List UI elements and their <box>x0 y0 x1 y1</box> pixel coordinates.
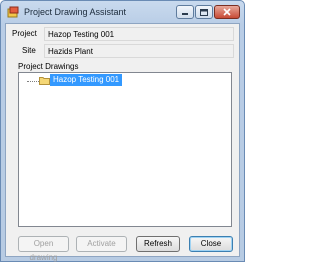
open-drawing-button[interactable]: Open drawing <box>18 236 69 262</box>
drawings-tree[interactable]: Hazop Testing 001 <box>18 72 232 227</box>
tree-node-hazop-testing-001[interactable]: Hazop Testing 001 <box>50 74 123 86</box>
minimize-button[interactable] <box>176 5 194 19</box>
minimize-icon <box>182 13 188 15</box>
close-button[interactable] <box>214 5 240 19</box>
close-dialog-button[interactable]: Close <box>189 236 233 252</box>
project-label: Project <box>12 29 37 38</box>
dialog-window: Project Drawing Assistant Project Hazop … <box>0 0 245 262</box>
window-title: Project Drawing Assistant <box>24 7 127 17</box>
close-icon <box>223 8 231 16</box>
project-drawings-label: Project Drawings <box>18 62 79 71</box>
site-label: Site <box>22 46 36 55</box>
activate-button[interactable]: Activate <box>76 236 127 252</box>
site-field: Hazids Plant <box>44 44 234 58</box>
app-icon[interactable] <box>7 6 19 18</box>
title-bar[interactable]: Project Drawing Assistant <box>1 1 244 23</box>
maximize-icon <box>200 8 208 16</box>
dialog-client-area: Project Hazop Testing 001 Site Hazids Pl… <box>5 23 240 262</box>
tree-connector-line <box>27 81 39 82</box>
project-field: Hazop Testing 001 <box>44 27 234 41</box>
folder-icon <box>39 76 50 85</box>
refresh-button[interactable]: Refresh <box>136 236 180 252</box>
maximize-button[interactable] <box>195 5 213 19</box>
